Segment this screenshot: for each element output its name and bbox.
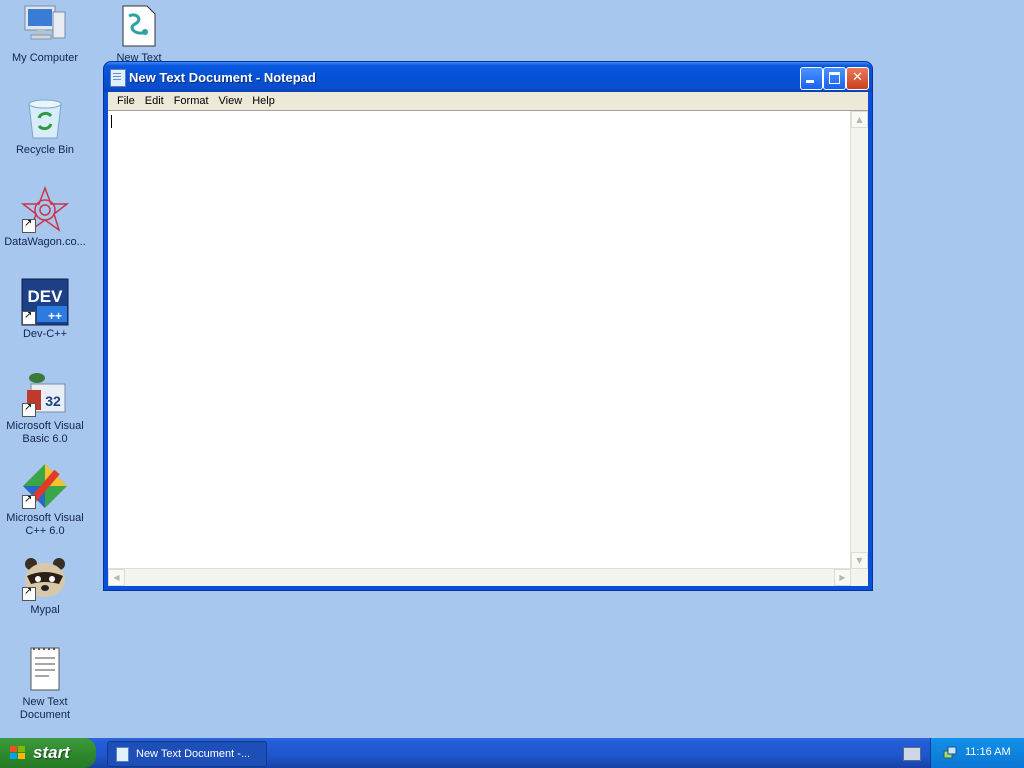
recycle-bin-icon xyxy=(21,94,69,142)
text-document-icon xyxy=(21,646,69,694)
scroll-left-button[interactable]: ◀ xyxy=(108,569,125,586)
script-file-icon xyxy=(115,2,163,50)
desktop-icon-label: Mypal xyxy=(30,604,60,616)
desktop-icon-dev-cpp[interactable]: DEV ++ Dev-C++ xyxy=(0,278,90,341)
window-title: New Text Document - Notepad xyxy=(129,70,316,85)
desktop-icon-visual-cpp[interactable]: Microsoft Visual C++ 6.0 xyxy=(0,462,90,538)
arrow-left-icon: ◀ xyxy=(113,573,120,582)
notepad-icon xyxy=(116,747,129,762)
desktop-icon-label: Microsoft Visual C++ 6.0 xyxy=(6,512,84,537)
arrow-up-icon: ▲ xyxy=(856,115,863,124)
desktop-icon-visual-basic[interactable]: 32 Microsoft Visual Basic 6.0 xyxy=(0,370,90,446)
shortcut-arrow-icon xyxy=(22,218,36,233)
desktop-icon-label: Microsoft Visual Basic 6.0 xyxy=(6,420,84,445)
visual-basic-icon: 32 xyxy=(21,370,69,418)
text-editor-area[interactable]: ▲ ▼ ◀ ▶ xyxy=(108,110,868,586)
shortcut-arrow-icon xyxy=(22,310,36,325)
close-button[interactable]: ✕ xyxy=(846,67,869,90)
dev-text: DEV xyxy=(28,287,64,306)
desktop-icon-label: DataWagon.co... xyxy=(4,236,86,248)
close-icon: ✕ xyxy=(852,70,863,85)
shortcut-arrow-icon xyxy=(22,586,36,601)
network-icon[interactable] xyxy=(943,746,957,760)
arrow-down-icon: ▼ xyxy=(856,556,863,565)
maximize-icon xyxy=(829,72,840,84)
desktop-icon-label: Dev-C++ xyxy=(22,328,68,340)
desktop-icon-my-computer[interactable]: My Computer xyxy=(0,2,90,65)
datawagon-star-icon xyxy=(20,185,70,234)
desktop-icon-new-text-document[interactable]: New Text Document xyxy=(0,646,90,722)
text-caret xyxy=(111,115,112,128)
menu-bar: File Edit Format View Help xyxy=(108,92,868,110)
desktop-icon-new-text-top[interactable]: New Text xyxy=(94,2,184,65)
horizontal-scrollbar[interactable]: ◀ ▶ xyxy=(108,568,851,586)
title-bar[interactable]: New Text Document - Notepad ✕ xyxy=(104,62,872,92)
desktop-icon-label: New Text Document xyxy=(19,696,71,721)
taskbar-item-label: New Text Document -... xyxy=(136,748,251,760)
scroll-right-button[interactable]: ▶ xyxy=(834,569,851,586)
notepad-icon xyxy=(110,69,126,87)
start-button[interactable]: start xyxy=(0,738,96,768)
desktop-icon-label: Recycle Bin xyxy=(15,144,75,156)
menu-edit[interactable]: Edit xyxy=(140,95,169,107)
visual-cpp-icon xyxy=(21,462,69,510)
shortcut-arrow-icon xyxy=(22,494,36,509)
windows-flag-icon xyxy=(10,746,26,760)
maximize-button[interactable] xyxy=(823,67,846,90)
taskbar: start New Text Document -... 11:16 AM xyxy=(0,738,1024,768)
keyboard-icon[interactable] xyxy=(903,747,921,761)
svg-text:++: ++ xyxy=(48,309,62,323)
notepad-window[interactable]: New Text Document - Notepad ✕ File Edit … xyxy=(104,62,872,590)
arrow-right-icon: ▶ xyxy=(839,573,846,582)
desktop-icon-recycle-bin[interactable]: Recycle Bin xyxy=(0,94,90,157)
desktop-icon-label: My Computer xyxy=(11,52,79,64)
desktop-icon-mypal[interactable]: Mypal xyxy=(0,554,90,617)
menu-format[interactable]: Format xyxy=(169,95,214,107)
system-tray: 11:16 AM xyxy=(930,738,1024,768)
vb-badge-text: 32 xyxy=(45,393,61,409)
computer-icon xyxy=(21,2,69,50)
resize-grip-icon[interactable] xyxy=(851,569,868,586)
menu-help[interactable]: Help xyxy=(247,95,280,107)
start-label: start xyxy=(33,743,70,762)
dev-cpp-icon: DEV ++ xyxy=(21,278,69,326)
menu-file[interactable]: File xyxy=(112,95,140,107)
minimize-button[interactable] xyxy=(800,67,823,90)
menu-view[interactable]: View xyxy=(214,95,248,107)
scroll-up-button[interactable]: ▲ xyxy=(851,111,868,128)
clock[interactable]: 11:16 AM xyxy=(965,746,1011,758)
vertical-scrollbar[interactable]: ▲ ▼ xyxy=(850,111,868,569)
scroll-down-button[interactable]: ▼ xyxy=(851,552,868,569)
raccoon-icon xyxy=(21,554,69,602)
shortcut-arrow-icon xyxy=(22,402,36,417)
taskbar-item-notepad[interactable]: New Text Document -... xyxy=(107,741,267,767)
desktop-icon-datawagon[interactable]: DataWagon.co... xyxy=(0,185,90,249)
minimize-icon xyxy=(806,80,814,83)
